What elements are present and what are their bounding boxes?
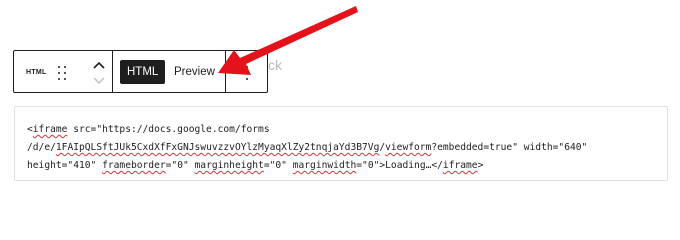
html-block-icon[interactable]: HTML: [26, 69, 47, 76]
obscured-text: ck: [268, 57, 282, 73]
preview-mode-button[interactable]: Preview: [174, 60, 215, 84]
chevron-down-icon[interactable]: [92, 76, 106, 85]
block-toolbar: HTML HTML Preview: [13, 50, 268, 93]
drag-handle-icon[interactable]: [58, 66, 68, 80]
chevron-up-icon[interactable]: [92, 61, 106, 70]
toolbar-divider: [112, 51, 113, 92]
html-mode-button[interactable]: HTML: [120, 60, 166, 84]
html-code-editor[interactable]: <iframe src="https://docs.google.com/for…: [14, 106, 668, 181]
toolbar-divider: [225, 51, 226, 92]
vertical-ellipsis-icon[interactable]: [245, 66, 249, 80]
code-content[interactable]: <iframe src="https://docs.google.com/for…: [27, 121, 657, 175]
block-mover: [92, 59, 106, 87]
